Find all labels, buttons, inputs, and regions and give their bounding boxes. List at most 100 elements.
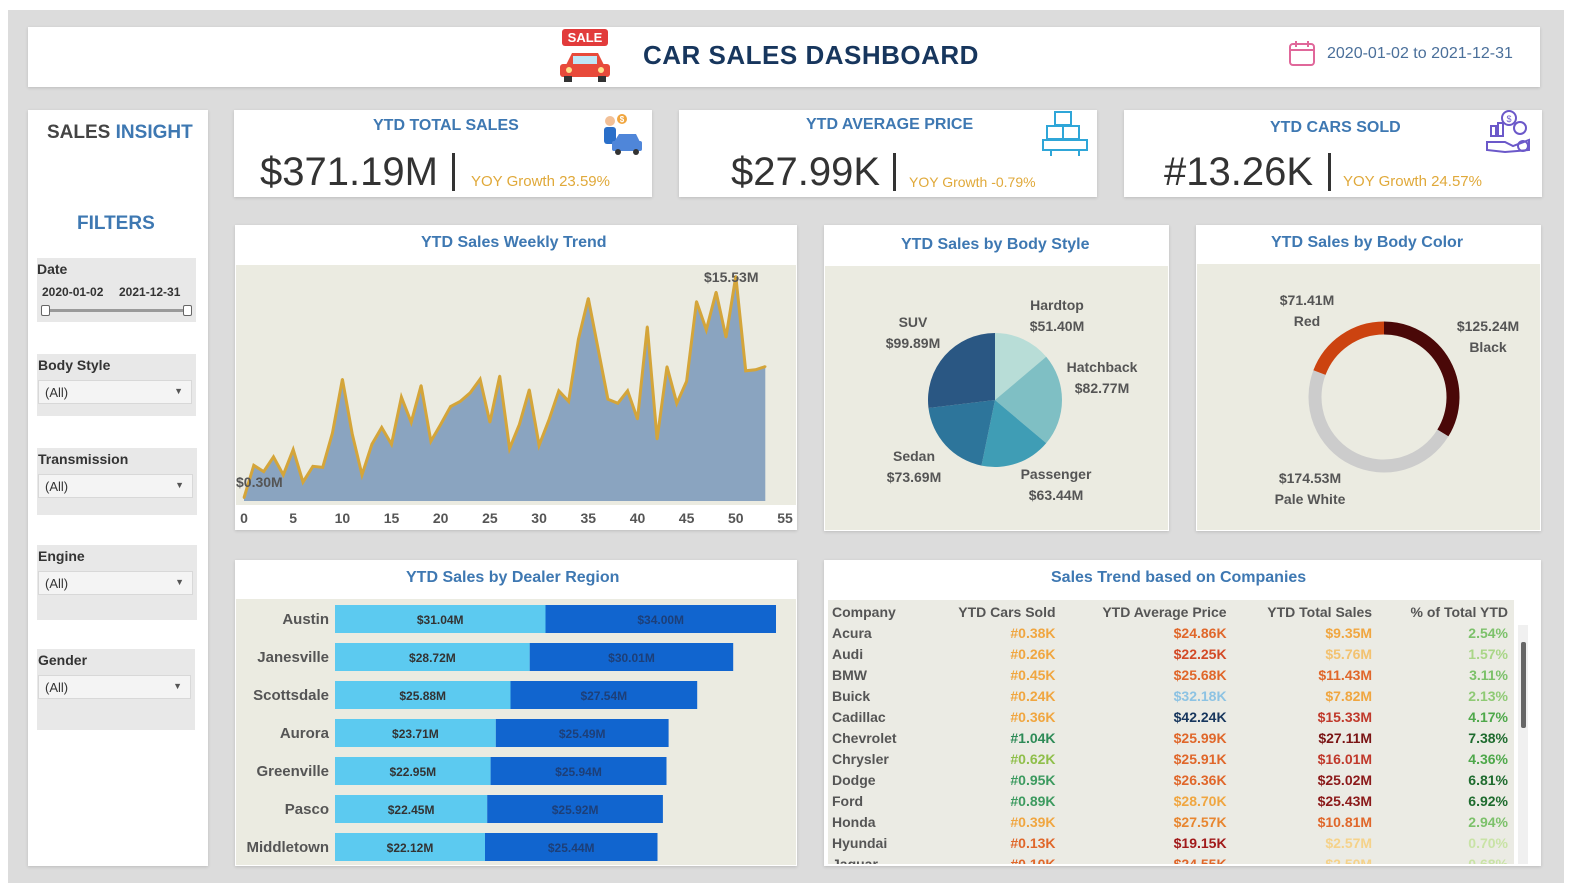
table-row[interactable]: Chrysler #0.62K $25.91K $16.01M 4.36% xyxy=(828,748,1514,769)
region-bar-label: $25.49M xyxy=(559,727,606,741)
trend-point[interactable] xyxy=(242,496,246,499)
table-row[interactable]: Ford #0.89K $28.70K $25.43M 6.92% xyxy=(828,790,1514,811)
trend-point[interactable] xyxy=(596,347,600,350)
table-row[interactable]: Honda #0.39K $27.57K $10.81M 2.94% xyxy=(828,811,1514,832)
table-cell-total: $5.76M xyxy=(1325,645,1373,662)
body-style-title: YTD Sales by Body Style xyxy=(901,236,1090,253)
trend-point[interactable] xyxy=(331,431,334,434)
trend-point[interactable] xyxy=(429,440,433,443)
table-cell-total: $16.01M xyxy=(1317,750,1373,767)
date-slider-start-handle[interactable] xyxy=(41,305,50,316)
trend-point[interactable] xyxy=(734,275,737,278)
trend-point[interactable] xyxy=(282,473,285,476)
trend-point[interactable] xyxy=(606,398,610,401)
trend-point[interactable] xyxy=(439,423,442,426)
date-slider-track[interactable] xyxy=(45,309,188,312)
trend-point[interactable] xyxy=(272,455,275,459)
region-bar-label: $25.44M xyxy=(548,841,595,855)
trend-point[interactable] xyxy=(665,365,669,368)
table-cell-pct: 6.92% xyxy=(1468,792,1508,809)
trend-point[interactable] xyxy=(655,437,659,441)
table-cell-pct: 3.11% xyxy=(1469,666,1508,683)
table-row[interactable]: Cadillac #0.36K $42.24K $15.33M 4.17% xyxy=(828,706,1514,727)
table-cell-pct: 0.70% xyxy=(1468,834,1508,851)
trend-point[interactable] xyxy=(351,432,354,435)
column-header-pct-total[interactable]: % of Total YTD xyxy=(1378,600,1514,622)
trend-point[interactable] xyxy=(705,328,708,331)
trend-point[interactable] xyxy=(675,402,678,405)
table-row[interactable]: Dodge #0.95K $26.36K $25.02M 6.81% xyxy=(828,769,1514,790)
trend-point[interactable] xyxy=(360,473,364,476)
trend-point[interactable] xyxy=(370,443,374,446)
donut-slice-pale-white[interactable] xyxy=(1308,370,1449,473)
table-row[interactable]: Acura #0.38K $24.86K $9.35M 2.54% xyxy=(828,622,1514,643)
trend-point[interactable] xyxy=(557,389,560,392)
trend-point[interactable] xyxy=(301,480,305,484)
trend-point[interactable] xyxy=(537,444,541,447)
table-scrollbar[interactable] xyxy=(1518,625,1528,864)
trend-point[interactable] xyxy=(498,374,501,378)
table-row[interactable]: Hyundai #0.13K $19.15K $2.57M 0.70% xyxy=(828,832,1514,853)
trend-point[interactable] xyxy=(685,380,688,383)
table-cell-company: Chevrolet xyxy=(832,729,897,746)
table-cell-company: Jaguar xyxy=(832,855,878,865)
trend-point[interactable] xyxy=(754,368,757,371)
trend-point[interactable] xyxy=(488,421,492,424)
trend-point[interactable] xyxy=(567,400,570,403)
column-header-cars-sold[interactable]: YTD Cars Sold xyxy=(926,600,1062,622)
table-cell-avg: $24.55K xyxy=(1173,855,1227,865)
trend-point[interactable] xyxy=(616,402,619,405)
table-row[interactable]: Audi #0.26K $22.25K $5.76M 1.57% xyxy=(828,643,1514,664)
dashboard-title: CAR SALES DASHBOARD xyxy=(643,40,979,70)
gender-select[interactable]: (All) ▼ xyxy=(38,675,191,699)
trend-point[interactable] xyxy=(518,423,521,426)
trend-point[interactable] xyxy=(262,470,265,473)
trend-point[interactable] xyxy=(410,421,413,424)
table-row[interactable]: Jaguar #0.10K $24.55K $2.50M 0.68% xyxy=(828,853,1514,865)
trend-point[interactable] xyxy=(577,338,580,341)
trend-point[interactable] xyxy=(636,417,639,421)
table-scrollbar-thumb[interactable] xyxy=(1521,642,1526,728)
column-header-avg-price[interactable]: YTD Average Price xyxy=(1062,600,1233,622)
trend-point[interactable] xyxy=(764,365,767,368)
table-row[interactable]: BMW #0.45K $25.68K $11.43M 3.11% xyxy=(828,664,1514,685)
date-slider-end-handle[interactable] xyxy=(183,305,192,316)
region-label: Middletown xyxy=(247,839,330,856)
table-cell-avg: $27.57K xyxy=(1173,813,1227,830)
trend-point[interactable] xyxy=(390,443,393,446)
trend-point[interactable] xyxy=(646,325,649,328)
trend-point[interactable] xyxy=(321,466,324,469)
trend-point[interactable] xyxy=(419,384,423,387)
table-cell-total: $9.35M xyxy=(1325,624,1373,641)
engine-select[interactable]: (All) ▼ xyxy=(38,571,193,595)
table-row[interactable]: Chevrolet #1.04K $25.99K $27.11M 7.38% xyxy=(828,727,1514,748)
trend-point[interactable] xyxy=(292,448,295,451)
trend-point[interactable] xyxy=(744,369,747,372)
trend-point[interactable] xyxy=(508,447,511,450)
donut-slice-red[interactable] xyxy=(1313,321,1385,376)
trend-point[interactable] xyxy=(469,391,472,394)
table-row[interactable]: Buick #0.24K $32.18K $7.82M 2.13% xyxy=(828,685,1514,706)
trend-point[interactable] xyxy=(449,405,452,408)
trend-point[interactable] xyxy=(341,378,344,381)
trend-point[interactable] xyxy=(380,426,383,429)
trend-point[interactable] xyxy=(459,400,462,403)
trend-point[interactable] xyxy=(724,336,728,339)
x-tick-label: 20 xyxy=(432,510,449,526)
column-header-company[interactable]: Company xyxy=(828,600,926,622)
trend-point[interactable] xyxy=(400,395,403,399)
trend-point[interactable] xyxy=(311,465,315,468)
trend-point[interactable] xyxy=(587,297,590,300)
trend-point[interactable] xyxy=(547,418,551,422)
column-header-total-sales[interactable]: YTD Total Sales xyxy=(1233,600,1378,622)
table-cell-cars: #0.36K xyxy=(1010,708,1056,725)
trend-point[interactable] xyxy=(626,389,629,392)
transmission-select[interactable]: (All) ▼ xyxy=(38,474,193,498)
trend-point[interactable] xyxy=(714,290,718,294)
trend-point[interactable] xyxy=(528,388,531,391)
trend-point[interactable] xyxy=(478,378,482,381)
weekly-trend-title: YTD Sales Weekly Trend xyxy=(421,234,607,251)
body-style-select[interactable]: (All) ▼ xyxy=(38,380,192,404)
trend-point[interactable] xyxy=(695,300,698,303)
trend-point[interactable] xyxy=(252,464,255,467)
